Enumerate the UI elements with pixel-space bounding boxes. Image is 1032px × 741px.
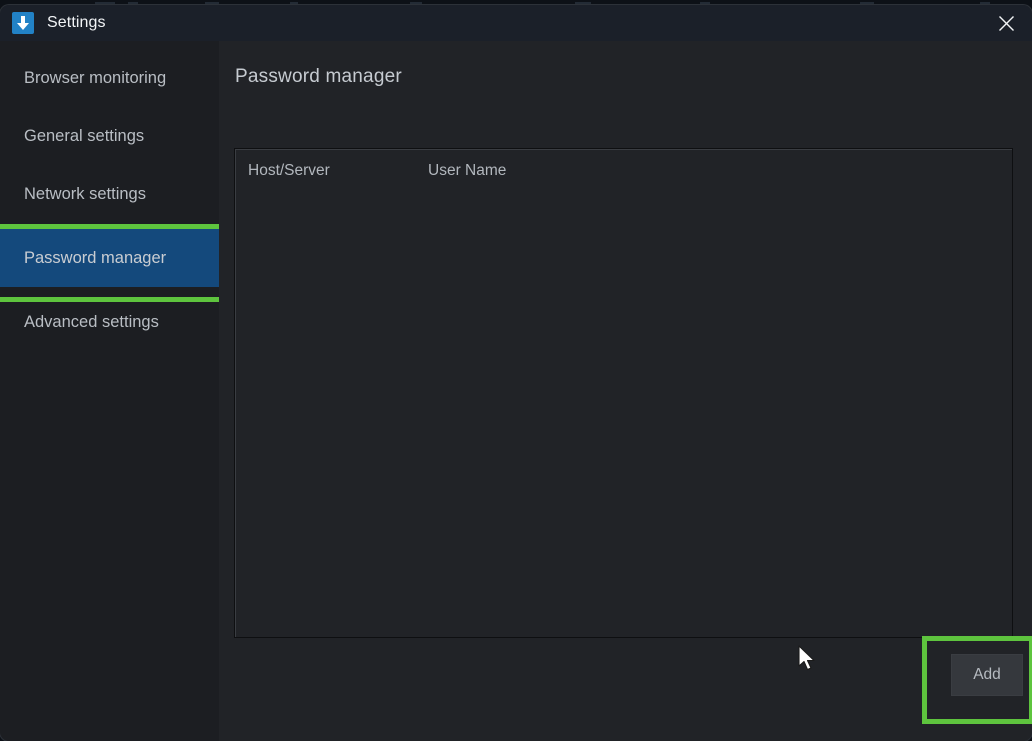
window-body: Browser monitoring General settings Netw… xyxy=(0,41,1032,741)
sidebar-item-label: Browser monitoring xyxy=(24,68,167,87)
page-title: Password manager xyxy=(235,66,402,87)
window-title: Settings xyxy=(47,14,106,31)
sidebar-item-network-settings[interactable]: Network settings xyxy=(0,165,219,223)
close-icon[interactable] xyxy=(980,5,1032,41)
column-header-user-name[interactable]: User Name xyxy=(428,162,608,180)
sidebar-item-label: Advanced settings xyxy=(24,312,159,331)
sidebar-item-password-manager[interactable]: Password manager xyxy=(0,224,229,302)
table-body-empty xyxy=(235,193,1012,633)
title-bar: Settings xyxy=(0,5,1032,41)
add-button[interactable]: Add xyxy=(951,654,1023,696)
password-table[interactable]: Host/Server User Name xyxy=(234,148,1013,638)
settings-sidebar: Browser monitoring General settings Netw… xyxy=(0,41,229,741)
download-arrow-icon xyxy=(12,12,34,34)
sidebar-item-browser-monitoring[interactable]: Browser monitoring xyxy=(0,49,219,107)
column-header-host-server[interactable]: Host/Server xyxy=(248,162,428,180)
content-pane: Password manager Host/Server User Name A… xyxy=(219,41,1032,741)
sidebar-item-label: General settings xyxy=(24,126,145,145)
settings-window: Settings Browser monitoring General sett… xyxy=(0,5,1032,741)
sidebar-item-advanced-settings[interactable]: Advanced settings xyxy=(0,293,219,351)
sidebar-item-label: Password manager xyxy=(24,248,167,267)
table-header-row: Host/Server User Name xyxy=(235,149,1012,193)
sidebar-item-label: Network settings xyxy=(24,184,146,203)
sidebar-item-general-settings[interactable]: General settings xyxy=(0,107,219,165)
